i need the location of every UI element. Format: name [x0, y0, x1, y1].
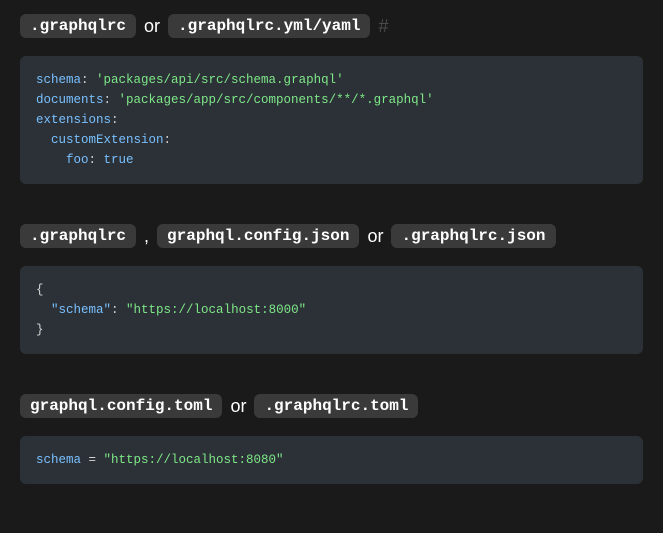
filename-code: .graphqlrc.toml [254, 394, 418, 418]
heading-separator: or [367, 226, 383, 247]
anchor-icon[interactable]: # [378, 16, 388, 37]
section-heading: .graphqlrc or .graphqlrc.yml/yaml # [20, 14, 643, 38]
filename-code: graphql.config.json [157, 224, 359, 248]
section-heading: graphql.config.toml or .graphqlrc.toml [20, 394, 643, 418]
code-block: { "schema": "https://localhost:8000" } [20, 266, 643, 354]
section-heading: .graphqlrc, graphql.config.json or .graphql… [20, 224, 643, 248]
filename-code: graphql.config.toml [20, 394, 222, 418]
filename-code: .graphqlrc.yml/yaml [168, 14, 370, 38]
filename-code: .graphqlrc [20, 14, 136, 38]
code-block: schema: 'packages/api/src/schema.graphql… [20, 56, 643, 184]
code-block: schema = "https://localhost:8080" [20, 436, 643, 484]
heading-separator: or [230, 396, 246, 417]
filename-code: .graphqlrc.json [391, 224, 555, 248]
filename-code: .graphqlrc [20, 224, 136, 248]
heading-separator: or [144, 16, 160, 37]
doc-content: .graphqlrc or .graphqlrc.yml/yaml # schema: … [0, 0, 663, 484]
heading-separator: , [144, 226, 149, 247]
